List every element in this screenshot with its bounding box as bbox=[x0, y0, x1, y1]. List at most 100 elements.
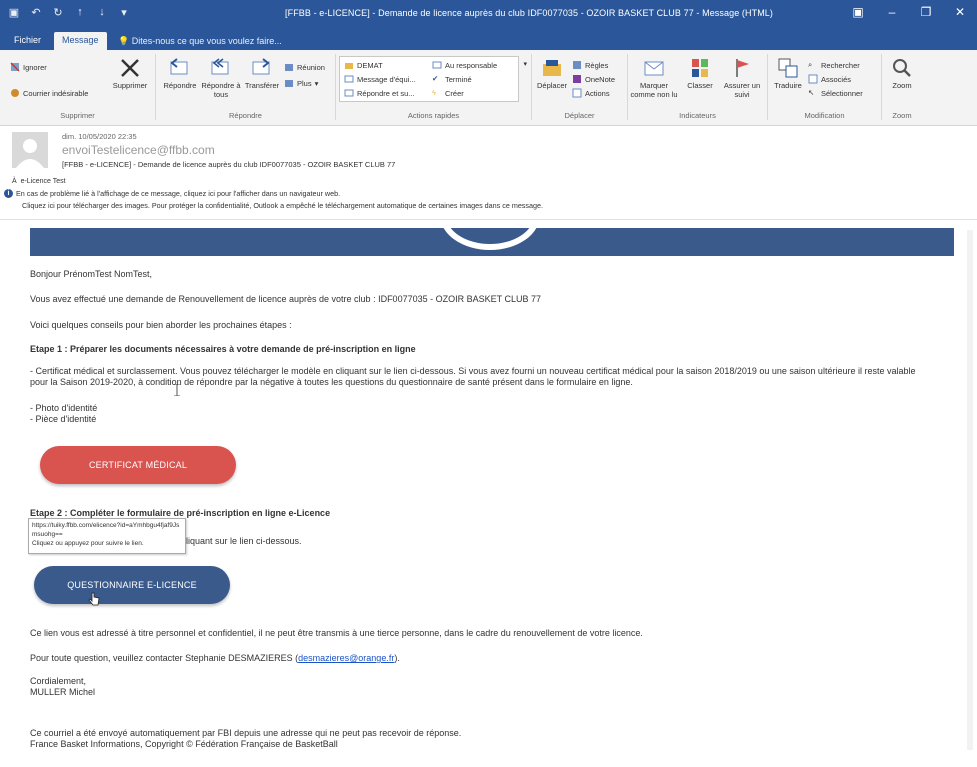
chevron-down-icon: ▾ bbox=[314, 78, 319, 88]
quick-step-item[interactable]: Message d'équi... bbox=[344, 74, 416, 84]
message-body: Bonjour PrénomTest NomTest, Vous avez ef… bbox=[0, 220, 977, 767]
ignore-icon bbox=[10, 62, 20, 72]
signature: MULLER Michel bbox=[30, 687, 96, 697]
group-move-label: Déplacer bbox=[564, 111, 595, 120]
rules-button[interactable]: Règles bbox=[572, 60, 608, 70]
redo-icon[interactable]: ↻ bbox=[52, 6, 64, 19]
sender-address[interactable]: envoiTestelicence@ffbb.com bbox=[62, 143, 215, 157]
junk-button[interactable]: Courrier indésirable bbox=[10, 88, 88, 98]
certificat-medical-button[interactable]: CERTIFICAT MÉDICAL bbox=[40, 446, 236, 484]
contact-email-link[interactable]: desmazieres@orange.fr bbox=[298, 653, 394, 663]
tab-message[interactable]: Message bbox=[54, 32, 107, 50]
recipient[interactable]: À e-Licence Test bbox=[12, 178, 66, 185]
down-arrow-icon[interactable]: ↓ bbox=[96, 6, 108, 19]
maximize-button[interactable]: ❐ bbox=[919, 5, 933, 19]
related-icon bbox=[808, 74, 818, 84]
undo-icon[interactable]: ↶ bbox=[30, 6, 42, 19]
tell-me-label: Dites-nous ce que vous voulez faire... bbox=[131, 36, 282, 46]
close-button[interactable]: ✕ bbox=[953, 5, 967, 19]
tell-me-search[interactable]: 💡 Dites-nous ce que vous voulez faire... bbox=[118, 36, 282, 47]
to-label-icon: À bbox=[12, 178, 17, 185]
categorize-icon bbox=[688, 56, 712, 80]
message-date: dim. 10/05/2020 22:35 bbox=[62, 132, 137, 141]
move-folder-icon bbox=[540, 56, 564, 80]
info-icon: i bbox=[4, 189, 13, 198]
reply-all-button[interactable]: Répondre à tous bbox=[200, 56, 242, 99]
quick-step-item[interactable]: DEMAT bbox=[344, 60, 383, 70]
quick-step-item[interactable]: ✔ Terminé bbox=[432, 74, 472, 84]
logo-ring bbox=[440, 228, 540, 250]
paragraph-contact: Pour toute question, veuillez contacter … bbox=[30, 653, 400, 663]
tab-file[interactable]: Fichier bbox=[6, 32, 49, 50]
save-icon[interactable]: ▣ bbox=[8, 6, 20, 19]
minimize-button[interactable]: – bbox=[885, 5, 899, 19]
related-button[interactable]: Associés bbox=[808, 74, 851, 84]
onenote-button[interactable]: OneNote bbox=[572, 74, 615, 84]
actions-icon bbox=[572, 88, 582, 98]
contact-suffix: ). bbox=[394, 653, 400, 663]
select-button[interactable]: ↖ Sélectionner bbox=[808, 88, 863, 98]
lightning-icon: ϟ bbox=[432, 88, 436, 97]
info-bar-browser-text: En cas de problème lié à l'affichage de … bbox=[16, 189, 341, 198]
text-cursor-icon bbox=[174, 384, 180, 396]
mark-unread-button[interactable]: Marquer comme non lu bbox=[630, 56, 678, 99]
paragraph-personal-link: Ce lien vous est adressé à titre personn… bbox=[30, 628, 643, 638]
quick-step-item[interactable]: Répondre et su... bbox=[344, 88, 415, 98]
move-label: Déplacer bbox=[536, 81, 567, 90]
list-item-id: - Pièce d'identité bbox=[30, 414, 97, 424]
chevron-down-icon[interactable]: ▾ bbox=[523, 60, 527, 68]
closing: Cordialement, bbox=[30, 676, 87, 686]
quick-step-item[interactable]: ϟ Créer bbox=[432, 88, 464, 98]
zoom-label: Zoom bbox=[892, 81, 912, 90]
forward-manager-icon bbox=[432, 60, 442, 70]
title-bar: ▣ ↶ ↻ ↑ ↓ ▾ [FFBB - e-LICENCE] - Demande… bbox=[0, 0, 977, 28]
quick-step-label: DEMAT bbox=[357, 60, 383, 70]
meeting-label: Réunion bbox=[297, 62, 325, 72]
ribbon-display-icon[interactable]: ▣ bbox=[851, 5, 865, 19]
categorize-label: Classer bbox=[687, 81, 713, 90]
group-editing: Traduire ⌕ Rechercher Associés ↖ Sélection… bbox=[768, 54, 882, 120]
window-title: [FFBB - e-LICENCE] - Demande de licence … bbox=[285, 8, 774, 18]
up-arrow-icon[interactable]: ↑ bbox=[74, 6, 86, 19]
onenote-icon bbox=[572, 74, 582, 84]
forward-icon bbox=[250, 56, 274, 80]
reply-all-icon bbox=[209, 56, 233, 80]
more-respond-button[interactable]: Plus ▾ bbox=[284, 78, 318, 88]
quick-step-label: Répondre et su... bbox=[357, 88, 415, 98]
meeting-button[interactable]: Réunion bbox=[284, 62, 325, 72]
quick-access-toolbar: ▣ ↶ ↻ ↑ ↓ ▾ bbox=[8, 6, 130, 19]
reply-button[interactable]: Répondre bbox=[160, 56, 200, 91]
rules-icon bbox=[572, 60, 582, 70]
rules-label: Règles bbox=[585, 60, 609, 70]
translate-button[interactable]: Traduire bbox=[770, 56, 806, 91]
actions-button[interactable]: Actions bbox=[572, 88, 610, 98]
categorize-button[interactable]: Classer bbox=[682, 56, 718, 91]
quick-step-label: Au responsable bbox=[445, 60, 498, 70]
message-header: dim. 10/05/2020 22:35 envoiTestelicence@… bbox=[0, 126, 977, 220]
questionnaire-elicence-button[interactable]: QUESTIONNAIRE E-LICENCE bbox=[34, 566, 230, 604]
forward-button[interactable]: Transférer bbox=[242, 56, 282, 91]
find-button[interactable]: ⌕ Rechercher bbox=[808, 60, 860, 70]
customize-icon[interactable]: ▾ bbox=[118, 6, 130, 19]
group-move: Déplacer Règles OneNote Actions Déplacer bbox=[532, 54, 628, 120]
zoom-button[interactable]: Zoom bbox=[886, 56, 918, 91]
quick-step-item[interactable]: Au responsable bbox=[432, 60, 497, 70]
ribbon: Ignorer Courrier indésirable Supprimer S… bbox=[0, 50, 977, 126]
magnifier-icon bbox=[890, 56, 914, 80]
greeting: Bonjour PrénomTest NomTest, bbox=[30, 269, 153, 279]
related-label: Associés bbox=[821, 74, 852, 84]
follow-up-button[interactable]: Assurer un suivi bbox=[720, 56, 764, 99]
delete-button[interactable]: Supprimer bbox=[108, 56, 152, 91]
group-delete: Ignorer Courrier indésirable Supprimer S… bbox=[0, 54, 156, 120]
email-banner bbox=[30, 228, 954, 256]
step2-text: liquant sur le lien ci-dessous. bbox=[186, 536, 302, 546]
more-label: Plus bbox=[297, 78, 312, 88]
info-bar-images[interactable]: Cliquez ici pour télécharger des images.… bbox=[22, 201, 543, 210]
move-button[interactable]: Déplacer bbox=[534, 56, 570, 91]
more-icon bbox=[284, 78, 294, 88]
scrollbar[interactable] bbox=[967, 230, 973, 750]
footer-copyright: France Basket Informations, Copyright © … bbox=[30, 739, 338, 749]
quick-steps-gallery: DEMAT Message d'équi... Répondre et su..… bbox=[339, 56, 519, 102]
ignore-button[interactable]: Ignorer bbox=[10, 62, 47, 72]
info-bar-browser[interactable]: i En cas de problème lié à l'affichage d… bbox=[4, 189, 340, 198]
